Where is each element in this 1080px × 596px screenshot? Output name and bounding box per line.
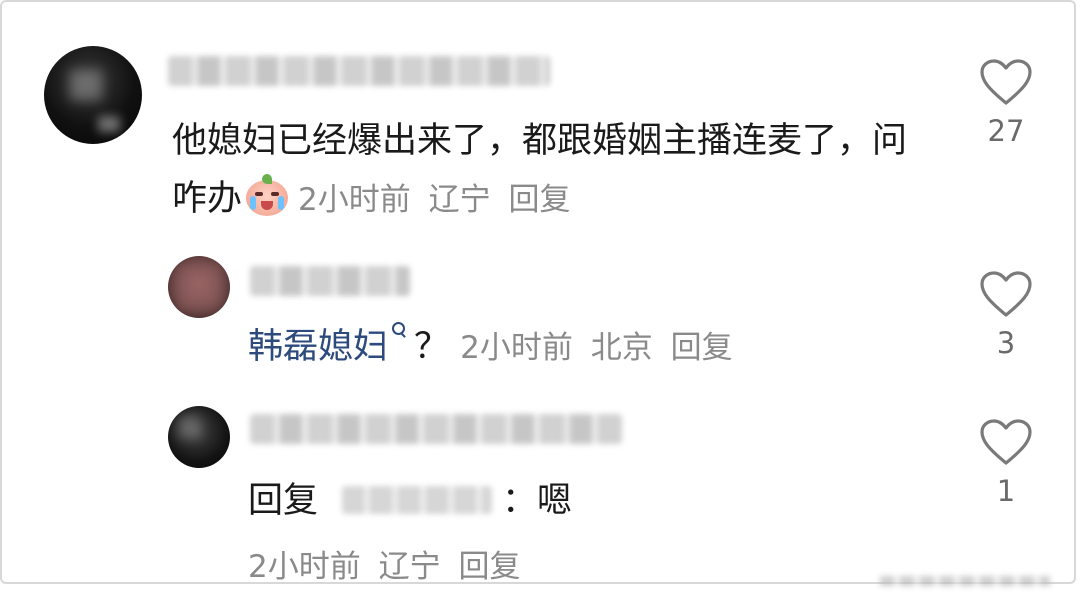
reply-button[interactable]: 回复 (508, 182, 570, 218)
mentioned-user-blurred[interactable] (342, 486, 493, 514)
search-link[interactable]: 韩磊媳妇 (248, 327, 388, 367)
avatar-blur (98, 116, 120, 132)
comment-location: 北京 (590, 330, 653, 366)
comment-time: 2小时前 (460, 330, 573, 366)
comment-time: 2小时前 (298, 182, 411, 218)
comment-location: 辽宁 (378, 549, 441, 585)
reply-button[interactable]: 回复 (671, 330, 733, 366)
reply-suffix: ？ (414, 327, 450, 367)
like-button[interactable]: 1 (976, 418, 1036, 508)
avatar-blur (174, 262, 224, 312)
heart-icon[interactable] (979, 418, 1033, 466)
heart-icon[interactable] (979, 270, 1033, 318)
comment-meta: 2小时前 北京 回复 (460, 330, 740, 366)
avatar-blur (178, 416, 200, 438)
like-button[interactable]: 3 (976, 270, 1036, 360)
comment-body: 他媳妇已经爆出来了，都跟婚姻主播连麦了，问咋办 2小时前 辽宁 回复 (172, 112, 932, 229)
comment-text: 嗯 (537, 481, 573, 521)
like-button[interactable]: 27 (976, 58, 1036, 148)
like-count: 3 (996, 326, 1016, 360)
crying-face-emoji-icon (244, 174, 290, 218)
username-blurred[interactable] (250, 266, 410, 296)
avatar[interactable] (168, 406, 230, 468)
reply-prefix: 回复 (248, 481, 319, 521)
blurred-watermark (880, 576, 1050, 586)
reply-separator: ： (502, 481, 538, 521)
like-count: 27 (987, 114, 1025, 148)
reply-body: 回复 ：嗯 (248, 472, 572, 530)
avatar[interactable] (168, 256, 230, 318)
username-blurred[interactable] (168, 56, 550, 86)
avatar[interactable] (44, 46, 142, 144)
search-icon[interactable] (392, 322, 408, 344)
username-blurred[interactable] (250, 414, 622, 444)
reply-button[interactable]: 回复 (458, 549, 520, 585)
comment-location: 辽宁 (428, 182, 491, 218)
comment-meta: 2小时前 辽宁 回复 (298, 182, 578, 218)
avatar-blur (70, 70, 102, 100)
heart-icon[interactable] (979, 58, 1033, 106)
comment-time: 2小时前 (248, 549, 361, 585)
comment-meta: 2小时前 辽宁 回复 (248, 538, 528, 596)
reply-body: 韩磊媳妇 ？ 2小时前 北京 回复 (248, 318, 741, 377)
like-count: 1 (996, 474, 1016, 508)
